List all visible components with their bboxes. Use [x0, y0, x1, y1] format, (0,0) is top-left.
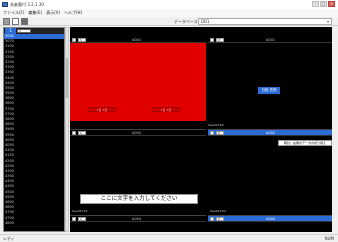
panel-code-input[interactable]: 1 [78, 217, 86, 221]
panel-code: A002 [266, 131, 276, 135]
code-list-panel: 1 1 3000 3070 3100 3150 3200 3250 3300 3350 3400… [3, 27, 65, 232]
layout-split-icon[interactable] [12, 18, 19, 25]
chart-panel-mid-left: 1 A002 ここに文字を入力してください [70, 129, 206, 207]
code-list-item[interactable]: 4800 [4, 221, 64, 226]
status-num: NUM [324, 236, 334, 241]
code-list-scrollbar[interactable] [65, 27, 69, 232]
panel-menu-icon[interactable] [72, 38, 76, 42]
panel-header: 2 A002 [208, 130, 332, 136]
panel-header: 2 A004 [208, 216, 332, 222]
layout-full-icon[interactable] [21, 18, 28, 25]
period-button-2[interactable]: 1日 3日 [152, 107, 180, 112]
menu-view[interactable]: 表示(V) [46, 9, 60, 17]
layout-grid-icon[interactable] [3, 18, 10, 25]
app-icon [2, 2, 8, 7]
panel-code-input[interactable]: 2 [216, 38, 224, 42]
chart-panel-mid-right: 2 A002 時計。右側のデータの切り替え [208, 129, 332, 207]
chart-panel-bottom-left: 1 A004 [70, 215, 206, 232]
panel-code-input[interactable]: 1 [78, 38, 86, 42]
panel-code-input[interactable]: 2 [216, 217, 224, 221]
panel-header: 1 A002 [70, 130, 206, 136]
chart-panel-top-right: 2 A001 日経 先物 [208, 37, 332, 121]
info-label: 時計。右側のデータの切り替え [278, 140, 332, 146]
chart-panel-top-left: 1 A001 1日 3日 1日 3日 [70, 37, 206, 121]
scrollbar-thumb[interactable] [66, 58, 68, 98]
window-controls: – □ × [312, 1, 335, 7]
panel-menu-icon[interactable] [72, 217, 76, 221]
chart-grid: 1 A001 1日 3日 1日 3日 2 A001 日経 先物 SaveST-0… [70, 37, 332, 232]
code-search-input[interactable]: 1 [17, 29, 31, 33]
title-bar: 長者番付 3.2.1.30 – □ × [0, 0, 338, 9]
panel-code: A004 [132, 217, 142, 221]
grid-caption-strip [70, 27, 332, 37]
panel-menu-icon[interactable] [210, 131, 214, 135]
database-label: データベース [174, 19, 198, 24]
menu-help[interactable]: ヘルプ(H) [64, 9, 82, 17]
panel-header: 1 A004 [70, 216, 206, 222]
chart-area-red[interactable]: 1日 3日 1日 3日 [70, 43, 206, 121]
text-input[interactable]: ここに文字を入力してください [80, 194, 198, 204]
window-title: 長者番付 3.2.1.30 [10, 2, 44, 7]
panel-header: 2 A001 [208, 37, 332, 43]
panel-caption: SaveST-01 [72, 209, 88, 213]
status-text: レディ [3, 236, 15, 241]
database-select[interactable]: DB1 ▾ [198, 18, 332, 25]
app-window: 長者番付 3.2.1.30 – □ × ファイル(F) 編集(E) 表示(V) … [0, 0, 338, 242]
panel-caption: SaveST-02 [208, 123, 224, 127]
status-bar: レディ NUM [0, 234, 338, 242]
minimize-button[interactable]: – [312, 1, 319, 7]
panel-code: A002 [132, 131, 142, 135]
panel-code: A001 [266, 38, 276, 42]
toolbar: データベース DB1 ▾ [0, 17, 338, 26]
panel-caption: SaveST-04 [210, 209, 226, 213]
panel-code-input[interactable]: 1 [78, 131, 86, 135]
close-button[interactable]: × [328, 1, 335, 7]
chart-panel-bottom-right: 2 A004 [208, 215, 332, 232]
maximize-button[interactable]: □ [320, 1, 327, 7]
chevron-down-icon: ▾ [326, 19, 329, 24]
database-value: DB1 [201, 19, 210, 24]
menu-edit[interactable]: 編集(E) [28, 9, 42, 17]
panel-menu-icon[interactable] [210, 38, 214, 42]
menu-file[interactable]: ファイル(F) [3, 9, 24, 17]
panel-menu-icon[interactable] [72, 131, 76, 135]
panel-code: A004 [266, 217, 276, 221]
nikkei-futures-button[interactable]: 日経 先物 [258, 87, 280, 94]
menu-bar: ファイル(F) 編集(E) 表示(V) ヘルプ(H) [0, 9, 338, 17]
panel-menu-icon[interactable] [210, 217, 214, 221]
code-list: 3000 3070 3100 3150 3200 3250 3300 3350 3400 3450… [4, 34, 64, 226]
period-button-1[interactable]: 1日 3日 [88, 107, 116, 112]
panel-code-input[interactable]: 2 [216, 131, 224, 135]
